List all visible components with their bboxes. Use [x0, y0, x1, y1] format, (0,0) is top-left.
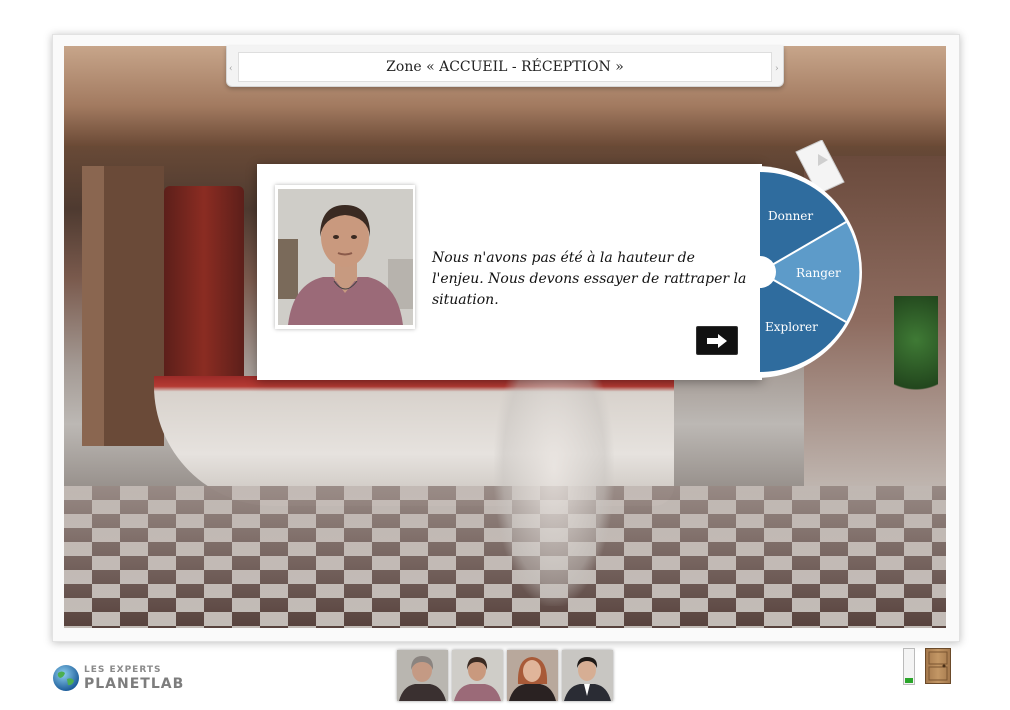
arrow-right-icon: [707, 333, 727, 348]
character-thumbnails: [397, 650, 613, 701]
chevron-left-icon: ‹: [229, 64, 233, 74]
next-button[interactable]: [696, 326, 738, 355]
logo-line-1: LES EXPERTS: [84, 665, 162, 675]
progress-gauge-fill: [905, 677, 913, 683]
character-4-portrait[interactable]: [562, 650, 613, 701]
plant: [894, 296, 938, 406]
logo-line-2: PLANETLAB: [84, 676, 185, 692]
wheel-label-explorer[interactable]: Explorer: [765, 320, 818, 334]
wheel-label-ranger[interactable]: Ranger: [796, 266, 841, 280]
walking-figure: [494, 376, 614, 606]
progress-gauge: [903, 648, 915, 685]
chevron-right-icon: ›: [775, 64, 779, 74]
character-1-portrait[interactable]: [397, 650, 448, 701]
wheel-label-donner[interactable]: Donner: [768, 209, 813, 223]
globe-icon: [53, 665, 79, 691]
character-3-portrait[interactable]: [507, 650, 558, 701]
door-icon[interactable]: [925, 648, 951, 684]
character-2-portrait[interactable]: [452, 650, 503, 701]
dialog-text: Nous n'avons pas été à la hauteur de l'e…: [432, 250, 747, 308]
action-wheel: Donner Ranger Explorer: [756, 139, 876, 380]
speaker-portrait: [278, 189, 413, 325]
zone-title: Zone « ACCUEIL - RÉCEPTION »: [238, 52, 772, 82]
